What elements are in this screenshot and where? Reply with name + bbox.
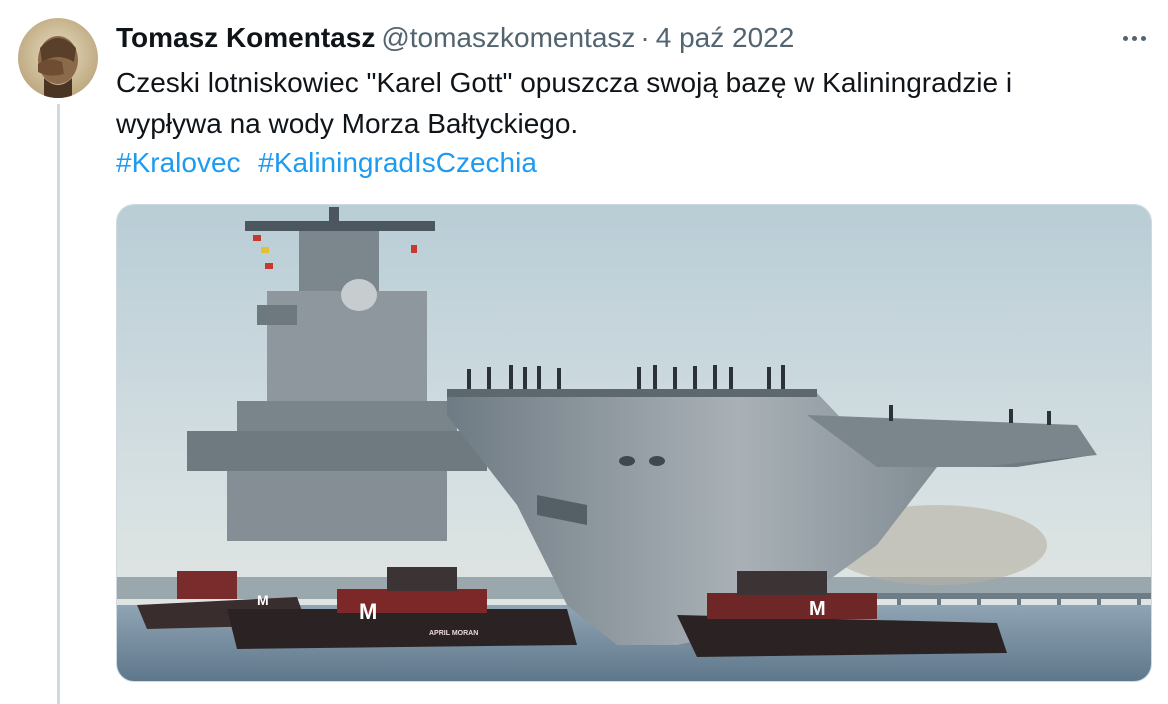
tweet-text: Czeski lotniskowiec "Karel Gott" opuszcz…	[116, 62, 1146, 144]
more-horizontal-icon	[1121, 35, 1148, 41]
tweet-date[interactable]: 4 paź 2022	[656, 22, 795, 54]
hashtag-link[interactable]: #Kralovec	[116, 147, 241, 178]
aircraft-carrier-photo: M M M APRIL MORAN	[117, 205, 1151, 681]
tweet-text-line: Czeski lotniskowiec "Karel Gott" opuszcz…	[116, 67, 1013, 98]
author-handle[interactable]: @tomaszkomentasz	[381, 22, 635, 54]
avatar-image	[18, 18, 98, 98]
tug-letter: M	[257, 592, 269, 608]
hashtag-list: #Kralovec #KaliningradIsCzechia	[116, 142, 547, 183]
thread-line	[57, 104, 60, 704]
more-button[interactable]	[1114, 18, 1154, 58]
avatar[interactable]	[18, 18, 98, 98]
author-name[interactable]: Tomasz Komentasz	[116, 22, 375, 54]
tug-letter: M	[359, 599, 377, 624]
tweet-media-image[interactable]: M M M APRIL MORAN	[116, 204, 1152, 682]
tug-name: APRIL MORAN	[429, 630, 478, 637]
hashtag-link[interactable]: #KaliningradIsCzechia	[258, 147, 537, 178]
tweet-text-line: wypływa na wody Morza Bałtyckiego.	[116, 108, 579, 139]
tug-letter: M	[809, 598, 826, 620]
header-separator: ·	[640, 22, 650, 53]
tweet-header: Tomasz Komentasz @tomaszkomentasz · 4 pa…	[116, 18, 794, 58]
